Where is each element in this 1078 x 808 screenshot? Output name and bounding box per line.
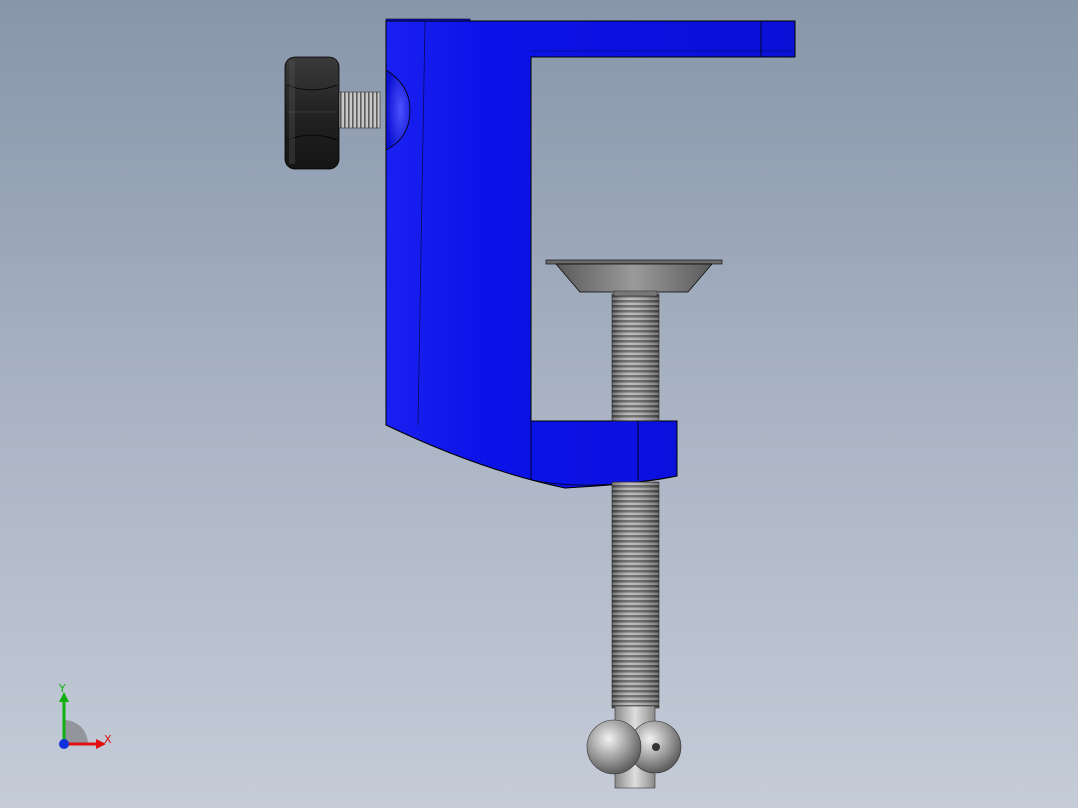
t-handle[interactable] (586, 705, 682, 789)
x-axis-label: X (104, 733, 112, 746)
clamp-knob[interactable] (284, 56, 340, 170)
y-axis-label: Y (58, 682, 66, 695)
clamp-frame[interactable] (385, 18, 796, 489)
orientation-triad: Y X (58, 682, 112, 749)
pressure-pad[interactable] (545, 259, 723, 297)
z-axis-point (59, 739, 69, 749)
clamp-model[interactable] (0, 0, 1078, 808)
threaded-rod[interactable] (611, 293, 660, 709)
graphics-viewport[interactable]: Y X (0, 0, 1078, 808)
knob-screw (335, 91, 381, 129)
